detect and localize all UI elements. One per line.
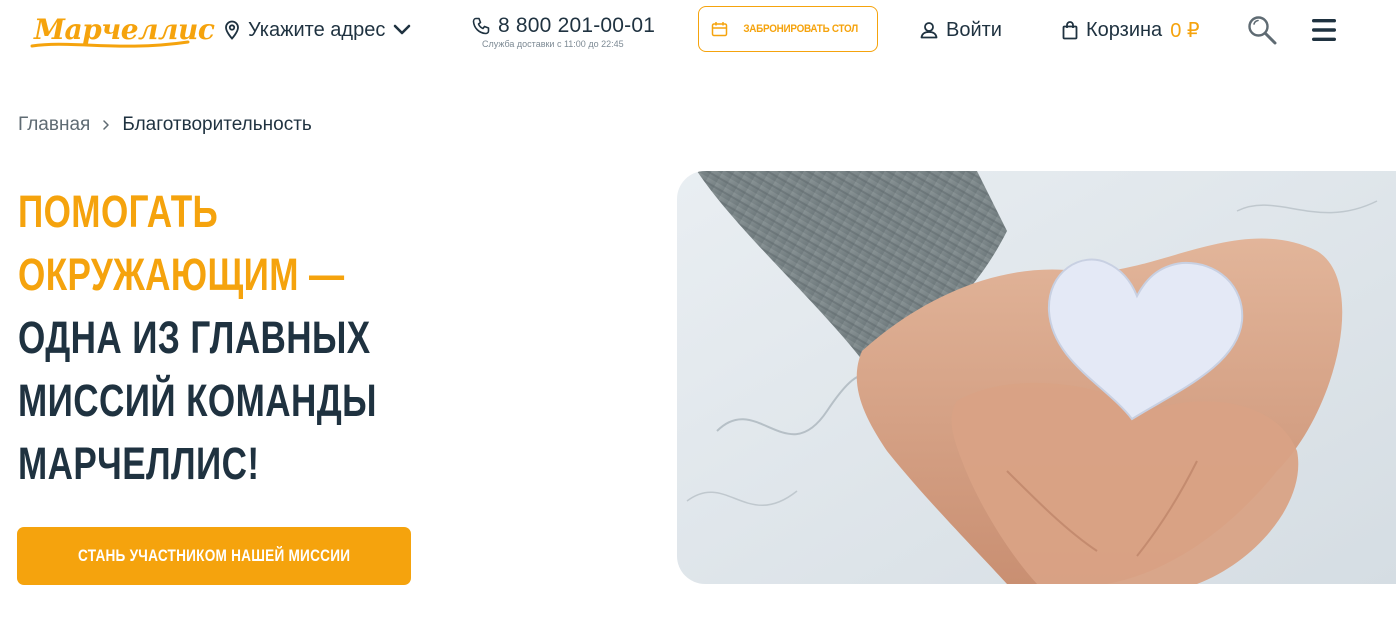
- search-button[interactable]: [1246, 14, 1278, 46]
- location-pin-icon: [224, 20, 240, 40]
- address-selector[interactable]: Укажите адрес: [224, 15, 411, 45]
- hero-title-line-4: миссий команды: [18, 375, 377, 426]
- user-icon: [920, 21, 938, 39]
- phone-hours: Служба доставки с 11:00 до 22:45: [482, 39, 624, 49]
- breadcrumb: Главная Благотворительность: [18, 114, 312, 136]
- menu-button[interactable]: [1310, 16, 1338, 44]
- hamburger-menu-icon: [1310, 16, 1338, 44]
- logo-swash-icon: [30, 40, 190, 48]
- logo[interactable]: Марчеллис: [16, 6, 215, 50]
- hero-title-line-5: Марчеллис!: [18, 438, 260, 489]
- breadcrumb-current: Благотворительность: [122, 114, 312, 135]
- hero-image-hands-holding-heart: [677, 171, 1396, 584]
- phone-number[interactable]: 8 800 201-00-01: [498, 14, 655, 38]
- cart-button[interactable]: Корзина 0 ₽: [1062, 15, 1200, 45]
- site-header: Марчеллис Укажите адрес 8 800 201-00-01 …: [0, 0, 1396, 62]
- hero-title-accent-line-2: окружающим —: [18, 249, 345, 300]
- join-mission-label: Стань участником нашей миссии: [77, 546, 351, 565]
- login-button[interactable]: Войти: [920, 15, 1002, 45]
- chevron-down-icon: [393, 24, 411, 36]
- chevron-right-icon: [102, 119, 110, 131]
- calendar-icon: [711, 21, 728, 37]
- search-icon: [1246, 14, 1278, 46]
- login-label: Войти: [946, 18, 1002, 41]
- hero-title-line-3: одна из главных: [18, 312, 371, 363]
- book-table-button[interactable]: Забронировать стол: [698, 6, 878, 52]
- book-table-label: Забронировать стол: [743, 23, 859, 35]
- shopping-bag-icon: [1062, 20, 1078, 40]
- address-label: Укажите адрес: [248, 18, 386, 41]
- phone-block[interactable]: 8 800 201-00-01 Служба доставки с 11:00 …: [472, 14, 655, 49]
- hero-title: Помогать окружающим — одна из главных ми…: [18, 180, 439, 495]
- breadcrumb-home-link[interactable]: Главная: [18, 114, 90, 136]
- cart-amount: 0 ₽: [1170, 19, 1200, 42]
- hero-title-accent-line-1: Помогать: [18, 186, 219, 237]
- join-mission-button[interactable]: Стань участником нашей миссии: [17, 527, 411, 585]
- cart-label: Корзина: [1086, 18, 1163, 41]
- phone-icon: [472, 17, 490, 35]
